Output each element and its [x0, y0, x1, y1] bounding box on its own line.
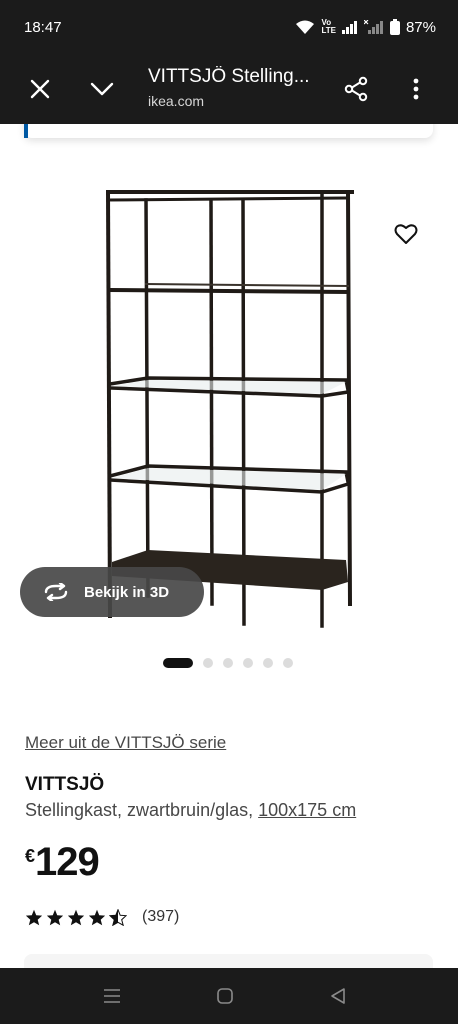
- minimize-button[interactable]: [78, 54, 126, 124]
- share-button[interactable]: [332, 54, 380, 124]
- battery-icon: [389, 19, 400, 35]
- battery-level: 87%: [405, 18, 436, 36]
- heart-icon: [394, 224, 418, 244]
- close-button[interactable]: [16, 54, 64, 124]
- star-half-icon: [109, 908, 127, 926]
- rotate-3d-icon: [44, 583, 68, 601]
- status-bar: 18:47 Vo LTE 87%: [0, 0, 458, 54]
- star-icon: [46, 909, 64, 925]
- bottom-card: [24, 954, 433, 968]
- product-description-text: Stellingkast, zwartbruin/glas,: [25, 800, 254, 820]
- close-icon: [30, 79, 50, 99]
- price-amount: 129: [35, 840, 100, 884]
- top-card: [24, 124, 433, 138]
- volte-indicator: Vo LTE: [321, 18, 336, 35]
- more-vertical-icon: [413, 78, 419, 100]
- home-icon: [217, 988, 233, 1004]
- status-icons: Vo LTE 87%: [295, 19, 436, 36]
- favourite-button[interactable]: [388, 216, 424, 252]
- view-in-3d-button[interactable]: Bekijk in 3D: [20, 567, 204, 617]
- page-domain: ikea.com: [148, 93, 205, 109]
- image-carousel-indicator: [163, 658, 293, 668]
- page-title-block[interactable]: VITTSJÖ Stelling... ikea.com: [148, 66, 328, 109]
- series-link[interactable]: Meer uit de VITTSJÖ serie: [25, 733, 226, 753]
- view-in-3d-label: Bekijk in 3D: [84, 583, 170, 601]
- top-card-accent: [24, 124, 28, 138]
- home-button[interactable]: [205, 982, 245, 1010]
- product-description: Stellingkast, zwartbruin/glas, 100x175 c…: [25, 800, 356, 821]
- recents-button[interactable]: [92, 982, 132, 1010]
- product-rating[interactable]: (397): [25, 908, 179, 926]
- signal-icon: [341, 21, 357, 34]
- carousel-dot[interactable]: [163, 658, 193, 668]
- review-count: (397): [142, 908, 180, 925]
- product-name: VITTSJÖ: [25, 774, 105, 795]
- back-button[interactable]: [318, 982, 358, 1010]
- signal-no-service-icon: [363, 20, 383, 34]
- product-size-link[interactable]: 100x175 cm: [258, 800, 356, 820]
- carousel-dot[interactable]: [283, 658, 293, 668]
- carousel-dot[interactable]: [203, 658, 213, 668]
- chevron-down-icon: [90, 82, 114, 96]
- page-title: VITTSJÖ Stelling...: [148, 66, 310, 87]
- more-options-button[interactable]: [392, 54, 440, 124]
- carousel-dot[interactable]: [223, 658, 233, 668]
- carousel-dot[interactable]: [263, 658, 273, 668]
- carousel-dot[interactable]: [243, 658, 253, 668]
- back-icon: [331, 988, 345, 1004]
- price-currency: €: [25, 846, 36, 866]
- star-icon: [25, 909, 43, 925]
- recents-icon: [104, 989, 120, 1003]
- system-navigation-bar: [0, 968, 458, 1024]
- status-time: 18:47: [24, 18, 62, 36]
- page-content: Bekijk in 3D Meer uit de VITTSJÖ serie V…: [0, 124, 458, 968]
- star-icon: [67, 909, 85, 925]
- wifi-icon: [296, 20, 315, 34]
- custom-tab-toolbar: VITTSJÖ Stelling... ikea.com: [0, 54, 458, 124]
- product-price: € 129: [25, 840, 100, 885]
- star-icon: [88, 909, 106, 925]
- share-icon: [344, 76, 368, 102]
